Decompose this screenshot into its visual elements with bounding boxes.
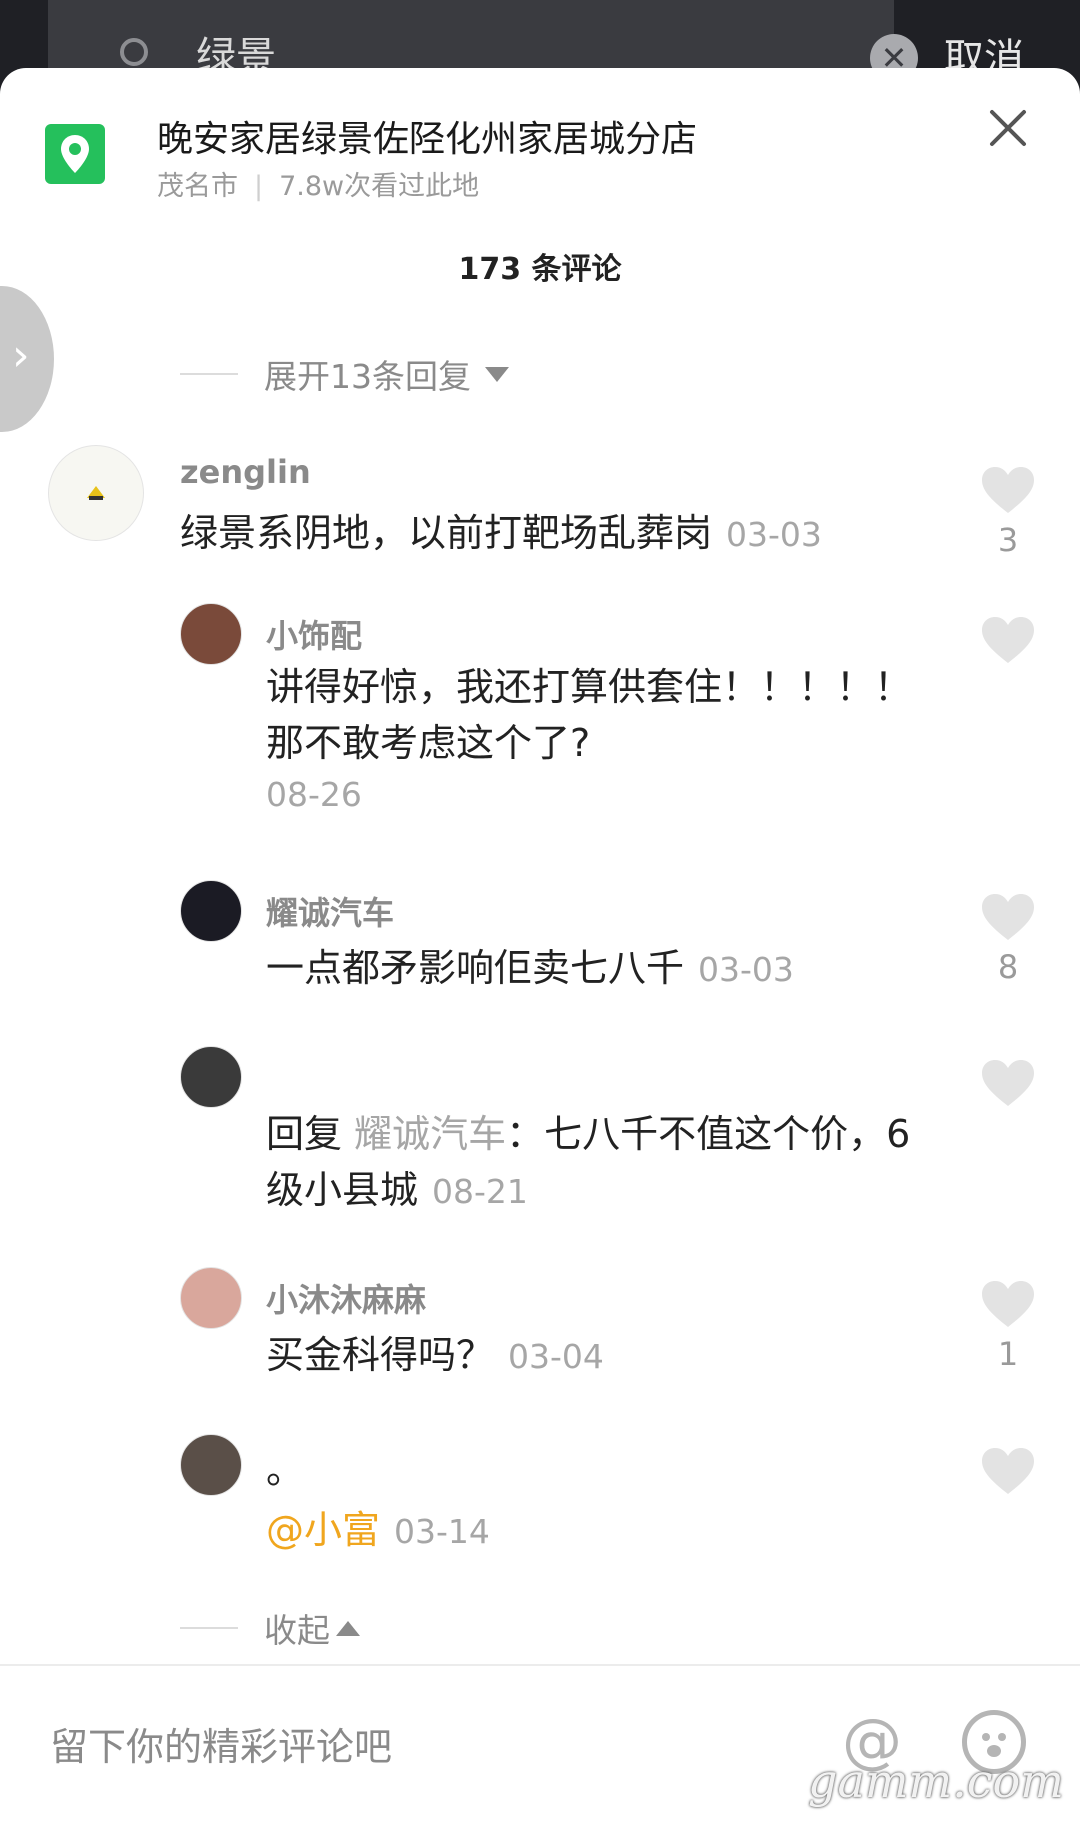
avatar[interactable] — [180, 603, 242, 665]
side-drawer-handle[interactable]: › — [0, 286, 54, 432]
avatar[interactable] — [180, 1267, 242, 1329]
comment-count: 173 条评论 — [458, 252, 622, 287]
mention-link[interactable]: @小富 — [266, 1508, 380, 1552]
heart-icon — [982, 1448, 1034, 1494]
reply-date: 08-21 — [432, 1172, 528, 1211]
avatar[interactable] — [180, 1434, 242, 1496]
reply-date: 03-03 — [698, 950, 794, 989]
reply-prefix: 回复 — [266, 1112, 343, 1156]
like-count: 3 — [997, 521, 1019, 559]
reply-text: 买金科得吗？ 03-04 — [266, 1327, 604, 1385]
comment-input[interactable]: 留下你的精彩评论吧 — [50, 1716, 392, 1771]
comment-sheet: 晚安家居绿景佐陉化州家居城分店 茂名市 | 7.8w次看过此地 173 条评论 › … — [0, 68, 1080, 1821]
heart-icon — [982, 467, 1034, 513]
heart-icon — [982, 1281, 1034, 1327]
reply-username[interactable]: 小沐沐麻麻 — [266, 1275, 426, 1321]
location-pin-icon — [45, 124, 105, 184]
expand-replies-button[interactable]: 展开13条回复 — [180, 350, 509, 398]
avatar[interactable] — [180, 1046, 242, 1108]
comment-body: 绿景系阴地，以前打靶场乱葬岗 — [180, 511, 713, 555]
location-views: 7.8w次看过此地 — [279, 171, 480, 202]
reply-text: 一点都矛影响佢卖七八千 03-03 — [266, 940, 794, 998]
chevron-right-icon: › — [12, 330, 30, 381]
reply-username[interactable]: 耀诚汽车 — [266, 888, 394, 934]
like-button[interactable]: 8 — [980, 892, 1036, 986]
reply-date: 03-04 — [508, 1337, 604, 1376]
reply-mention-line: @小富 03-14 — [266, 1502, 490, 1560]
expand-replies-label: 展开13条回复 — [264, 357, 471, 396]
reply-to-user[interactable]: 耀诚汽车 — [354, 1112, 506, 1156]
reply-text: 回复 耀诚汽车：七八千不值这个价，6级小县城 08-21 — [266, 1106, 926, 1220]
comment-text: 绿景系阴地，以前打靶场乱葬岗 03-03 — [180, 505, 822, 563]
divider: | — [254, 171, 264, 202]
like-button[interactable]: 3 — [980, 465, 1036, 559]
divider — [180, 373, 238, 375]
reply-text: 讲得好惊，我还打算供套住！！！！！那不敢考虑这个了? 08-26 — [266, 659, 926, 819]
like-button[interactable] — [980, 615, 1036, 665]
comment-username[interactable]: zenglin — [180, 453, 311, 491]
reply-username[interactable]: 小饰配 — [266, 611, 362, 657]
reply-body: 。 — [266, 1448, 305, 1492]
like-button[interactable] — [980, 1446, 1036, 1496]
like-button[interactable]: 1 — [980, 1279, 1036, 1373]
location-title[interactable]: 晚安家居绿景佐陉化州家居城分店 — [157, 110, 697, 162]
like-button[interactable] — [980, 1058, 1036, 1108]
reply-body: 买金科得吗？ — [266, 1333, 495, 1377]
collapse-replies-button[interactable]: 收起 — [180, 1604, 360, 1652]
avatar[interactable] — [48, 445, 144, 541]
avatar[interactable] — [180, 880, 242, 942]
heart-icon — [982, 894, 1034, 940]
watermark: gamm.com — [808, 1754, 1064, 1808]
caret-down-icon — [485, 366, 509, 382]
reply-body: 一点都矛影响佢卖七八千 — [266, 946, 685, 990]
reply-date: 08-26 — [266, 775, 362, 814]
heart-icon — [982, 617, 1034, 663]
divider — [180, 1627, 238, 1629]
caret-up-icon — [336, 1620, 360, 1636]
location-subtitle: 茂名市 | 7.8w次看过此地 — [157, 164, 479, 203]
close-icon[interactable] — [984, 104, 1032, 152]
comment-date: 03-03 — [726, 515, 822, 554]
reply-body: 讲得好惊，我还打算供套住！！！！！那不敢考虑这个了? — [266, 665, 913, 765]
like-count: 1 — [997, 1335, 1019, 1373]
heart-icon — [982, 1060, 1034, 1106]
reply-text: 。 @小富 03-14 — [266, 1442, 490, 1560]
search-icon — [120, 38, 148, 66]
like-count: 8 — [997, 948, 1019, 986]
collapse-label: 收起 — [264, 1611, 330, 1650]
location-city: 茂名市 — [157, 171, 238, 202]
reply-date: 03-14 — [394, 1512, 490, 1551]
comment-input-bar: 留下你的精彩评论吧 @ gamm.com — [0, 1664, 1080, 1821]
